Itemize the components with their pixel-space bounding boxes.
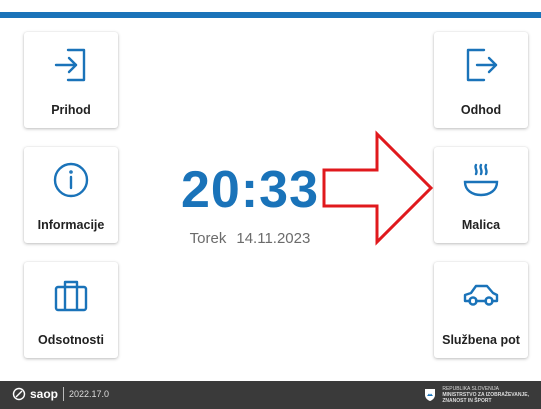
info-icon	[51, 160, 91, 200]
brand-name: saop	[30, 387, 59, 401]
absences-label: Odsotnosti	[38, 333, 104, 347]
soup-bowl-icon	[461, 160, 501, 200]
business-trip-label: Službena pot	[442, 333, 520, 347]
accent-stripe	[0, 12, 541, 18]
lunch-label: Malica	[461, 218, 501, 232]
car-icon	[461, 275, 501, 315]
footer: saop 2022.17.0 REPUBLIKA SLOVENIJA MINIS…	[0, 381, 541, 409]
footer-separator	[63, 387, 65, 401]
annotation-arrow	[322, 130, 434, 246]
clock-day: Torek	[189, 230, 227, 247]
logout-icon	[461, 45, 501, 85]
absences-button[interactable]: Odsotnosti	[24, 262, 118, 358]
briefcase-icon	[51, 275, 91, 315]
clock-date-value: 14.11.2023	[236, 230, 311, 247]
arrival-label: Prihod	[51, 103, 91, 117]
departure-button[interactable]: Odhod	[434, 32, 528, 128]
saop-logo-icon	[12, 387, 26, 401]
business-trip-button[interactable]: Službena pot	[434, 262, 528, 358]
info-label: Informacije	[37, 218, 105, 232]
ministry-line-3: ZNANOST IN ŠPORT	[442, 398, 492, 404]
arrival-button[interactable]: Prihod	[24, 32, 118, 128]
ministry-logo: REPUBLIKA SLOVENIJA MINISTRSTVO ZA IZOBR…	[424, 386, 529, 404]
ministry-text: REPUBLIKA SLOVENIJA MINISTRSTVO ZA IZOBR…	[442, 386, 529, 404]
login-icon	[51, 45, 91, 85]
app-version: 2022.17.0	[69, 389, 110, 399]
saop-logo: saop 2022.17.0	[12, 387, 109, 401]
top-bar	[0, 0, 541, 18]
clock-date: Torek 14.11.2023	[150, 230, 350, 247]
info-button[interactable]: Informacije	[24, 147, 118, 243]
lunch-button[interactable]: Malica	[434, 147, 528, 243]
clock-time: 20:33	[181, 161, 319, 219]
slovenia-crest-icon	[425, 389, 436, 401]
departure-label: Odhod	[460, 103, 502, 117]
